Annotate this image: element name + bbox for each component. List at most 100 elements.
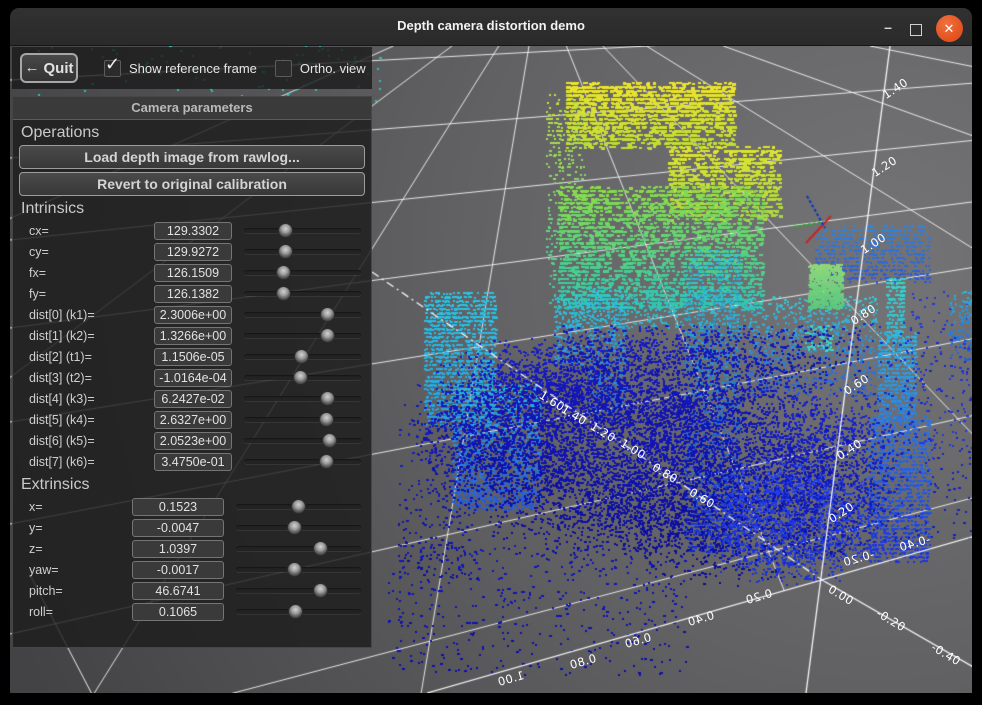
quit-button-label: Quit <box>44 60 74 77</box>
slider-knob[interactable] <box>293 370 308 385</box>
show-reference-frame-checkbox[interactable]: ✓ <box>104 60 121 77</box>
param-label: roll= <box>13 605 132 619</box>
slider-knob[interactable] <box>287 562 302 577</box>
param-value-field[interactable]: -1.0164e-04 <box>154 369 232 387</box>
param-label: dist[4] (k3)= <box>13 392 154 406</box>
param-slider[interactable] <box>244 244 361 259</box>
param-row: dist[6] (k5)=2.0523e+00 <box>13 430 371 451</box>
param-value-field[interactable]: 126.1382 <box>154 285 232 303</box>
param-value-field[interactable]: -0.0017 <box>132 561 224 579</box>
ortho-view-checkbox[interactable]: ✓ <box>275 60 292 77</box>
slider-track[interactable] <box>244 270 361 275</box>
param-label: cy= <box>13 245 154 259</box>
param-slider[interactable] <box>244 223 361 238</box>
slider-track[interactable] <box>244 396 361 401</box>
window-title: Depth camera distortion demo <box>10 18 972 33</box>
slider-knob[interactable] <box>278 244 293 259</box>
minimize-button[interactable]: – <box>876 8 900 46</box>
param-slider[interactable] <box>244 265 361 280</box>
param-label: dist[7] (k6)= <box>13 455 154 469</box>
param-row: dist[1] (k2)=1.3266e+00 <box>13 325 371 346</box>
back-arrow-icon: ← <box>25 59 40 76</box>
slider-track[interactable] <box>244 438 361 443</box>
slider-knob[interactable] <box>320 328 335 343</box>
load-depth-image-button[interactable]: Load depth image from rawlog... <box>19 145 365 169</box>
param-value-field[interactable]: 2.0523e+00 <box>154 432 232 450</box>
param-slider[interactable] <box>244 412 361 427</box>
slider-knob[interactable] <box>291 499 306 514</box>
param-value-field[interactable]: 129.3302 <box>154 222 232 240</box>
slider-track[interactable] <box>236 588 361 593</box>
param-value-field[interactable]: 1.0397 <box>132 540 224 558</box>
param-value-field[interactable]: 0.1523 <box>132 498 224 516</box>
title-bar[interactable]: Depth camera distortion demo – ✕ <box>10 8 972 46</box>
quit-button[interactable]: ← Quit <box>20 53 78 83</box>
slider-knob[interactable] <box>288 604 303 619</box>
slider-knob[interactable] <box>319 454 334 469</box>
param-slider[interactable] <box>244 349 361 364</box>
param-slider[interactable] <box>244 286 361 301</box>
param-label: dist[6] (k5)= <box>13 434 154 448</box>
maximize-button[interactable] <box>904 8 928 46</box>
param-value-field[interactable]: 3.4750e-01 <box>154 453 232 471</box>
param-label: x= <box>13 500 132 514</box>
slider-knob[interactable] <box>276 265 291 280</box>
slider-track[interactable] <box>244 249 361 254</box>
param-row: yaw=-0.0017 <box>13 559 371 580</box>
3d-viewport[interactable]: 1.401.201.000.800.600.400.201.601.401.20… <box>10 46 972 693</box>
slider-knob[interactable] <box>322 433 337 448</box>
param-slider[interactable] <box>236 562 361 577</box>
slider-track[interactable] <box>244 291 361 296</box>
revert-calibration-button[interactable]: Revert to original calibration <box>19 172 365 196</box>
slider-knob[interactable] <box>313 583 328 598</box>
slider-track[interactable] <box>244 333 361 338</box>
param-slider[interactable] <box>244 391 361 406</box>
slider-knob[interactable] <box>320 307 335 322</box>
param-value-field[interactable]: -0.0047 <box>132 519 224 537</box>
slider-knob[interactable] <box>276 286 291 301</box>
param-value-field[interactable]: 126.1509 <box>154 264 232 282</box>
param-row: cy=129.9272 <box>13 241 371 262</box>
param-row: dist[3] (t2)=-1.0164e-04 <box>13 367 371 388</box>
param-row: fx=126.1509 <box>13 262 371 283</box>
param-slider[interactable] <box>236 583 361 598</box>
param-value-field[interactable]: 46.6741 <box>132 582 224 600</box>
maximize-icon <box>910 24 922 36</box>
param-label: pitch= <box>13 584 132 598</box>
param-label: z= <box>13 542 132 556</box>
param-slider[interactable] <box>236 604 361 619</box>
param-row: pitch=46.6741 <box>13 580 371 601</box>
param-slider[interactable] <box>236 520 361 535</box>
param-slider[interactable] <box>244 328 361 343</box>
param-value-field[interactable]: 0.1065 <box>132 603 224 621</box>
param-value-field[interactable]: 2.3006e+00 <box>154 306 232 324</box>
param-value-field[interactable]: 2.6327e+00 <box>154 411 232 429</box>
slider-knob[interactable] <box>319 412 334 427</box>
param-slider[interactable] <box>244 370 361 385</box>
param-label: fx= <box>13 266 154 280</box>
param-slider[interactable] <box>244 454 361 469</box>
param-row: y=-0.0047 <box>13 517 371 538</box>
param-value-field[interactable]: 1.3266e+00 <box>154 327 232 345</box>
application-window: Depth camera distortion demo – ✕ 1.401.2… <box>0 0 982 705</box>
param-value-field[interactable]: 1.1506e-05 <box>154 348 232 366</box>
param-slider[interactable] <box>236 541 361 556</box>
param-value-field[interactable]: 129.9272 <box>154 243 232 261</box>
slider-knob[interactable] <box>278 223 293 238</box>
slider-track[interactable] <box>244 228 361 233</box>
slider-knob[interactable] <box>294 349 309 364</box>
slider-track[interactable] <box>244 417 361 422</box>
param-label: y= <box>13 521 132 535</box>
slider-knob[interactable] <box>287 520 302 535</box>
slider-track[interactable] <box>244 459 361 464</box>
param-slider[interactable] <box>244 307 361 322</box>
panel-title[interactable]: Camera parameters <box>13 97 371 120</box>
slider-track[interactable] <box>236 546 361 551</box>
close-button[interactable]: ✕ <box>934 8 964 46</box>
slider-knob[interactable] <box>320 391 335 406</box>
param-slider[interactable] <box>236 499 361 514</box>
slider-track[interactable] <box>244 312 361 317</box>
param-value-field[interactable]: 6.2427e-02 <box>154 390 232 408</box>
param-slider[interactable] <box>244 433 361 448</box>
slider-knob[interactable] <box>313 541 328 556</box>
